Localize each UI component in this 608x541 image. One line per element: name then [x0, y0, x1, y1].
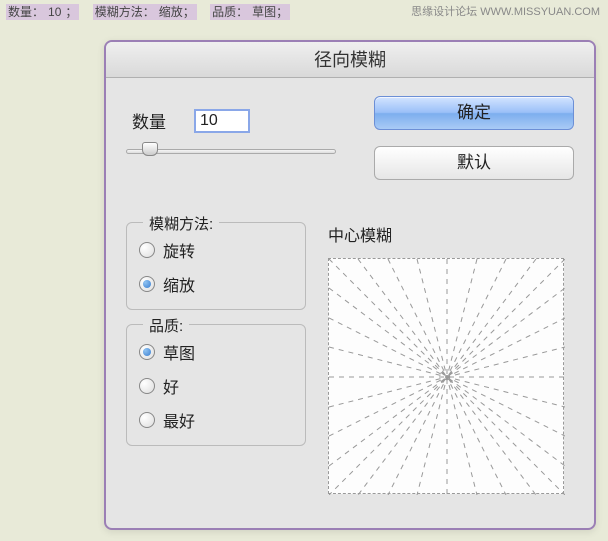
radio-label: 缩放	[163, 272, 195, 296]
radio-icon	[139, 378, 155, 394]
blur-method-group: 模糊方法: 旋转 缩放	[126, 222, 306, 310]
slider-thumb[interactable]	[142, 142, 158, 156]
radio-label: 最好	[163, 408, 195, 432]
amount-input[interactable]	[194, 109, 250, 133]
amount-label: 数量	[132, 108, 166, 133]
quality-title: 品质:	[143, 315, 189, 336]
blur-method-title: 模糊方法:	[143, 213, 219, 234]
reset-button[interactable]: 默认	[374, 146, 574, 180]
quality-group: 品质: 草图 好 最好	[126, 324, 306, 446]
radio-icon	[139, 276, 155, 292]
preview-title: 中心模糊	[328, 222, 574, 246]
radio-best[interactable]: 最好	[139, 403, 293, 437]
dialog-title: 径向模糊	[106, 42, 594, 78]
radio-icon	[139, 412, 155, 428]
radio-spin[interactable]: 旋转	[139, 233, 293, 267]
amount-slider[interactable]	[126, 141, 336, 161]
radial-blur-dialog: 径向模糊 数量 确定 默认 模糊方法:	[104, 40, 596, 530]
radio-label: 草图	[163, 340, 195, 364]
radio-draft[interactable]: 草图	[139, 335, 293, 369]
radio-label: 好	[163, 374, 179, 398]
blur-center-preview[interactable]	[328, 258, 564, 494]
radio-good[interactable]: 好	[139, 369, 293, 403]
radio-icon	[139, 242, 155, 258]
radio-icon	[139, 344, 155, 360]
radio-label: 旋转	[163, 238, 195, 262]
radio-zoom[interactable]: 缩放	[139, 267, 293, 301]
ok-button[interactable]: 确定	[374, 96, 574, 130]
watermark: 思缘设计论坛 WWW.MISSYUAN.COM	[411, 3, 600, 19]
zoom-rays-icon	[329, 259, 565, 495]
